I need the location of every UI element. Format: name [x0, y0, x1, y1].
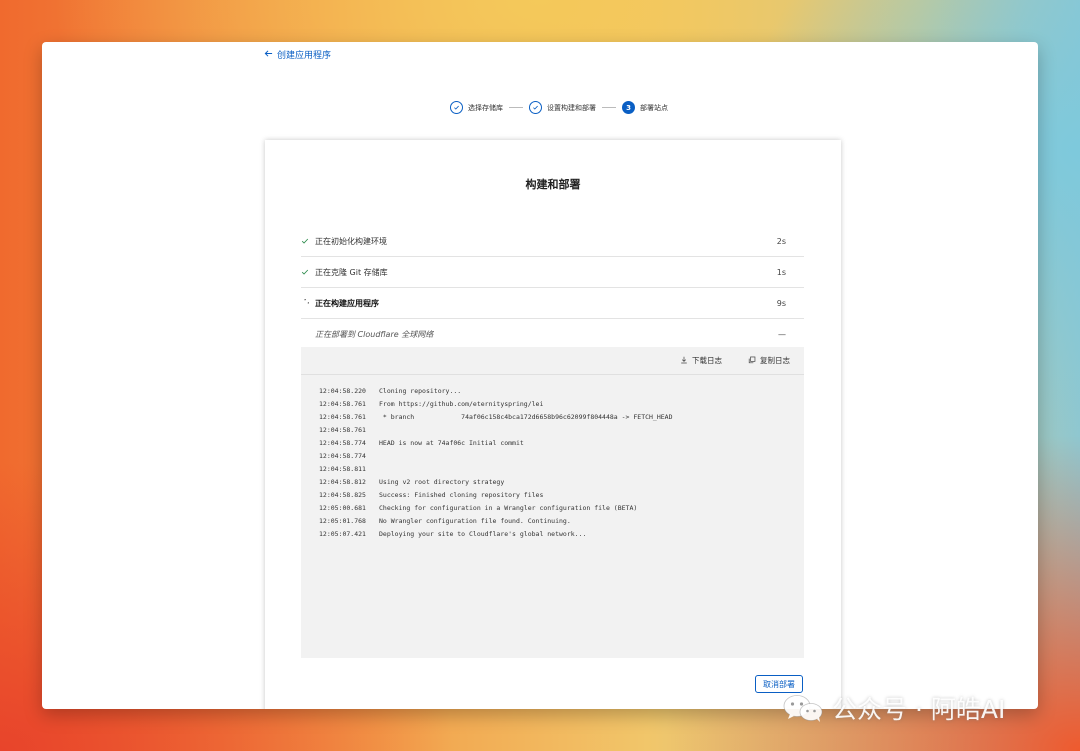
download-icon — [680, 356, 688, 366]
log-line: 12:04:58.774 HEAD is now at 74af06c Initi… — [319, 437, 804, 450]
step-divider — [509, 107, 523, 108]
check-icon — [450, 101, 463, 114]
log-line: 12:04:58.761 * branch 74af06c158c4bca172… — [319, 411, 804, 424]
log-line: 12:05:07.421 Deploying your site to Cloud… — [319, 528, 804, 541]
task-label: 正在部署到 Cloudflare 全球网络 — [315, 329, 434, 339]
back-link[interactable]: 创建应用程序 — [264, 48, 331, 61]
download-log-button[interactable]: 下载日志 — [680, 355, 722, 366]
log-timestamp: 12:04:58.811 — [319, 465, 366, 473]
build-deploy-card: 构建和部署 正在初始化构建环境 2s 正在克隆 Git 存储库 1s 正在构建应… — [265, 140, 841, 709]
stepper: 选择存储库 设置构建和部署 3 部署站点 — [450, 101, 668, 114]
log-timestamp: 12:04:58.774 — [319, 439, 366, 447]
task-row: 正在初始化构建环境 2s — [301, 226, 804, 257]
log-text: HEAD is now at 74af06c Initial commit — [379, 439, 524, 447]
copy-log-label: 复制日志 — [760, 356, 790, 365]
copy-log-button[interactable]: 复制日志 — [748, 355, 790, 366]
step-label: 部署站点 — [640, 103, 668, 112]
log-timestamp: 12:04:58.220 — [319, 387, 366, 395]
step-select-repo: 选择存储库 — [450, 101, 503, 114]
check-icon — [529, 101, 542, 114]
task-duration: 2s — [776, 236, 786, 246]
log-text: From https://github.com/eternityspring/l… — [379, 400, 544, 408]
step-number: 3 — [622, 101, 635, 114]
log-text: No Wrangler configuration file found. Co… — [379, 517, 571, 525]
task-label: 正在初始化构建环境 — [315, 236, 387, 246]
task-row: 正在部署到 Cloudflare 全球网络 — — [301, 319, 804, 349]
log-line: 12:05:00.681 Checking for configuration i… — [319, 502, 804, 515]
step-divider — [602, 107, 616, 108]
copy-icon — [748, 356, 756, 366]
log-timestamp: 12:05:00.681 — [319, 504, 366, 512]
step-deploy-site: 3 部署站点 — [622, 101, 668, 114]
wechat-icon — [783, 695, 823, 722]
log-text: Cloning repository... — [379, 387, 462, 395]
log-toolbar: 下载日志 复制日志 — [301, 347, 804, 375]
log-output: 12:04:58.220 Cloning repository... 12:04:… — [301, 375, 804, 541]
app-window: 创建应用程序 选择存储库 设置构建和部署 3 部署站点 构建和部署 正在初始化构… — [42, 42, 1038, 709]
step-label: 选择存储库 — [468, 103, 503, 112]
step-build-settings: 设置构建和部署 — [529, 101, 596, 114]
task-list: 正在初始化构建环境 2s 正在克隆 Git 存储库 1s 正在构建应用程序 9s… — [301, 226, 804, 349]
arrow-left-icon — [264, 49, 273, 61]
task-row: 正在克隆 Git 存储库 1s — [301, 257, 804, 288]
log-line: 12:04:58.761 From https://github.com/eter… — [319, 398, 804, 411]
log-timestamp: 12:04:58.761 — [319, 400, 366, 408]
log-line: 12:04:58.825 Success: Finished cloning re… — [319, 489, 804, 502]
check-icon — [301, 268, 315, 276]
log-timestamp: 12:04:58.825 — [319, 491, 366, 499]
log-line: 12:05:01.768 No Wrangler configuration fi… — [319, 515, 804, 528]
spinner-icon — [301, 299, 315, 307]
log-timestamp: 12:04:58.774 — [319, 452, 366, 460]
task-label: 正在构建应用程序 — [315, 298, 379, 308]
card-title: 构建和部署 — [525, 178, 581, 191]
task-duration: 9s — [776, 298, 786, 308]
check-icon — [301, 237, 315, 245]
task-row: 正在构建应用程序 9s — [301, 288, 804, 319]
log-line: 12:04:58.761 — [319, 424, 804, 437]
log-text: Using v2 root directory strategy — [379, 478, 505, 486]
log-line: 12:04:58.811 — [319, 463, 804, 476]
log-timestamp: 12:04:58.761 — [319, 426, 366, 434]
log-line: 12:04:58.774 — [319, 450, 804, 463]
log-text: Checking for configuration in a Wrangler… — [379, 504, 638, 512]
task-label: 正在克隆 Git 存储库 — [315, 267, 388, 277]
download-log-label: 下载日志 — [692, 356, 722, 365]
watermark-text: 公众号 · 阿皓AI — [832, 695, 1006, 724]
log-timestamp: 12:04:58.761 — [319, 413, 366, 421]
task-duration: 1s — [776, 267, 786, 277]
task-duration: — — [778, 329, 786, 339]
log-line: 12:04:58.812 Using v2 root directory stra… — [319, 476, 804, 489]
log-text: Success: Finished cloning repository fil… — [379, 491, 544, 499]
watermark: 公众号 · 阿皓AI — [782, 690, 1005, 726]
log-timestamp: 12:05:01.768 — [319, 517, 366, 525]
log-text: Deploying your site to Cloudflare's glob… — [379, 530, 587, 538]
back-link-label: 创建应用程序 — [277, 51, 332, 61]
log-timestamp: 12:04:58.812 — [319, 478, 366, 486]
log-line: 12:04:58.220 Cloning repository... — [319, 385, 804, 398]
log-text: * branch 74af06c158c4bca172d6658b96c6209… — [379, 413, 673, 421]
log-panel[interactable]: 下载日志 复制日志 12:04:58.220 Cloning repository… — [301, 347, 804, 658]
log-timestamp: 12:05:07.421 — [319, 530, 366, 538]
step-label: 设置构建和部署 — [547, 103, 596, 112]
